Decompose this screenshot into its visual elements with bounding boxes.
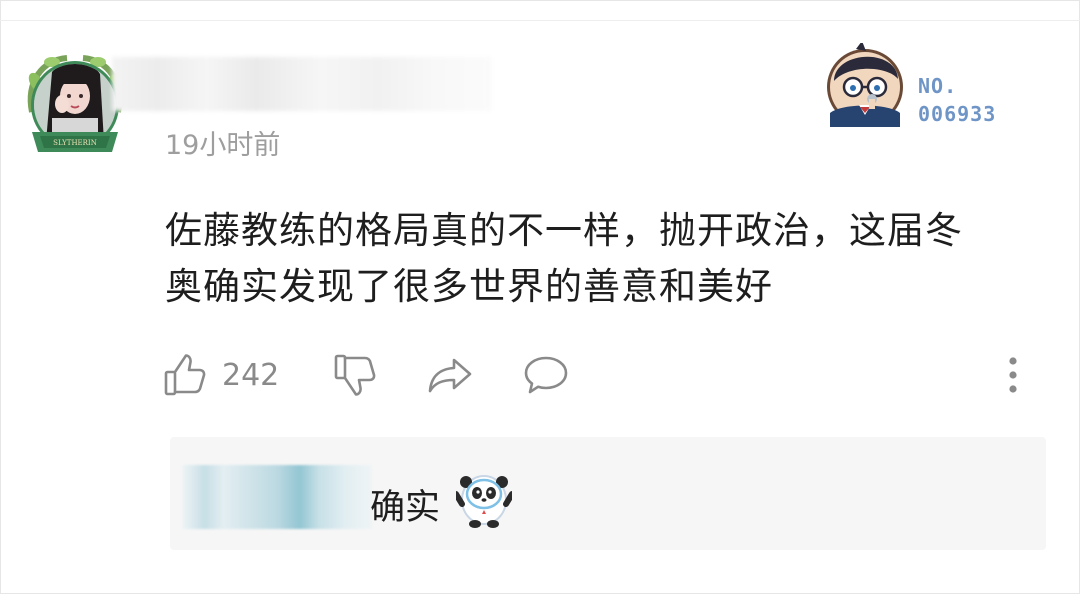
badge-number: NO. 006933 [918, 72, 996, 128]
reply-preview[interactable]: 确实 [170, 437, 1046, 550]
divider [0, 20, 1080, 21]
more-button[interactable] [1006, 350, 1020, 400]
more-vertical-icon [1006, 352, 1020, 398]
reply-text: 确实 [370, 488, 441, 528]
reply-button[interactable] [522, 350, 570, 400]
comment-timestamp: 19小时前 [165, 130, 281, 161]
username-blurred[interactable] [112, 57, 492, 111]
avatar-badge-text: SLYTHERIN [53, 139, 97, 147]
comment-text: 佐藤教练的格局真的不一样，抛开政治，这届冬 奥确实发现了很多世界的善意和美好 [165, 203, 1055, 315]
share-button[interactable] [426, 350, 474, 400]
like-count: 242 [222, 357, 280, 393]
thumbs-down-icon [332, 352, 378, 398]
badge-line-1: NO. [918, 74, 958, 98]
comment-actions: 242 [162, 350, 1042, 400]
share-icon [426, 352, 474, 398]
thumbs-up-icon [162, 352, 208, 398]
like-button[interactable]: 242 [162, 350, 279, 400]
comment-icon [522, 352, 570, 398]
dislike-button[interactable] [332, 350, 378, 400]
badge-line-2: 006933 [918, 102, 997, 126]
reply-username-blurred[interactable] [182, 465, 372, 529]
comment-line-2: 奥确实发现了很多世界的善意和美好 [165, 265, 773, 308]
bing-dwen-dwen-icon [456, 470, 512, 528]
comment-line-1: 佐藤教练的格局真的不一样，抛开政治，这届冬 [165, 209, 963, 252]
badge-avatar [826, 43, 904, 127]
